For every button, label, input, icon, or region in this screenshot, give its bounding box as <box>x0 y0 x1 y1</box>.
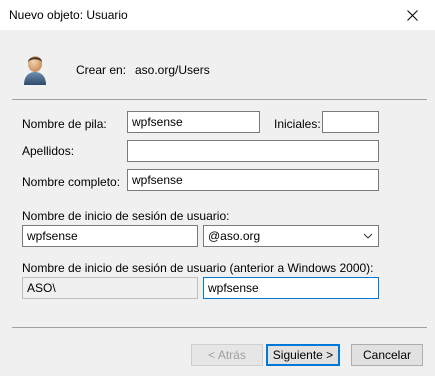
next-button[interactable]: Siguiente > <box>266 344 340 366</box>
create-in-label: Crear en: <box>76 63 127 77</box>
chevron-down-icon <box>363 233 373 239</box>
window-title: Nuevo objeto: Usuario <box>9 8 128 22</box>
initials-label: Iniciales: <box>274 117 321 131</box>
domain-dropdown[interactable]: @aso.org <box>203 225 379 247</box>
separator <box>12 327 427 328</box>
full-name-label: Nombre completo: <box>22 175 121 189</box>
back-button[interactable]: < Atrás <box>191 344 263 366</box>
title-bar: Nuevo objeto: Usuario <box>0 0 435 30</box>
pre2000-name-field[interactable]: wpfsense <box>203 277 379 299</box>
last-name-label: Apellidos: <box>22 144 75 158</box>
close-icon <box>406 9 418 21</box>
first-name-field[interactable]: wpfsense <box>127 111 260 133</box>
close-button[interactable] <box>389 0 435 30</box>
pre2000-label: Nombre de inicio de sesión de usuario (a… <box>22 261 374 275</box>
full-name-field[interactable]: wpfsense <box>127 169 379 191</box>
initials-field[interactable] <box>322 111 379 133</box>
separator <box>12 99 427 100</box>
cancel-button[interactable]: Cancelar <box>351 344 423 366</box>
logon-name-field[interactable]: wpfsense <box>22 225 198 247</box>
domain-value: @aso.org <box>208 229 261 243</box>
last-name-field[interactable] <box>127 140 379 162</box>
logon-name-label: Nombre de inicio de sesión de usuario: <box>22 209 230 223</box>
first-name-label: Nombre de pila: <box>22 117 107 131</box>
user-icon <box>24 56 46 85</box>
create-in-value: aso.org/Users <box>135 63 210 77</box>
pre2000-domain-field: ASO\ <box>22 277 198 299</box>
